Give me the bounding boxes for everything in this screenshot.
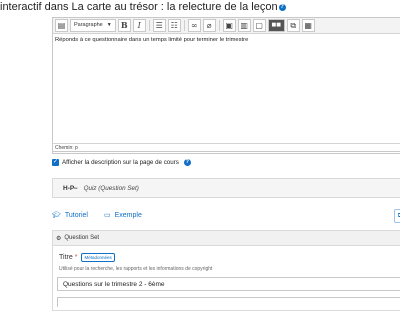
format-select[interactable]: Paragraphe ▼ <box>70 19 116 32</box>
recordrtc-icon[interactable]: ■■ <box>267 19 285 32</box>
editor-toolbar: ▤ Paragraphe ▼ B I ☰ ☷ ∞ ⌀ ▣ ▥ ▢ ■■ ⧉ ▦ <box>53 18 400 34</box>
link-icon[interactable]: ∞ <box>187 19 201 32</box>
monitor-icon: ▭ <box>103 212 111 219</box>
numbered-list-icon[interactable]: ☷ <box>167 19 181 32</box>
image-icon[interactable]: ▣ <box>222 19 236 32</box>
question-circle-icon[interactable]: ? <box>278 3 286 11</box>
h5p-logo: H-Pᵗᵉʳ <box>63 185 78 192</box>
h5p-logo-suffix: ᵗᵉʳ <box>74 185 78 191</box>
toolbar-divider <box>148 20 150 31</box>
show-description-checkbox[interactable]: ✓ <box>52 159 59 166</box>
bullet-list-icon[interactable]: ☰ <box>152 19 166 32</box>
example-label: Exemple <box>114 211 142 219</box>
required-asterisk: * <box>74 254 78 261</box>
settings-icon: ⚙ <box>56 235 62 242</box>
media-icon[interactable]: ▥ <box>237 19 251 32</box>
metadata-button[interactable]: Métadonnées <box>81 253 115 262</box>
title-field-label: Titre * Métadonnées <box>59 253 115 262</box>
title-input[interactable]: Questions sur le trimestre 2 - 6ème <box>57 277 400 291</box>
h5p-content-type-name: Quiz (Question Set) <box>83 184 139 192</box>
italic-button[interactable]: I <box>132 19 146 32</box>
example-link[interactable]: ▭ Exemple <box>103 211 142 220</box>
chevron-down-icon: ▼ <box>106 22 112 28</box>
h5p-logo-text: H-P <box>63 184 75 192</box>
copy-button[interactable]: ⧉ C <box>393 209 400 223</box>
paste-icon[interactable]: ▦ <box>301 19 315 32</box>
toolbar-divider <box>183 20 185 31</box>
unlink-icon[interactable]: ⌀ <box>202 19 216 32</box>
format-select-value: Paragraphe <box>74 22 103 28</box>
question-set-title: Question Set <box>64 235 100 241</box>
toolbar-divider <box>218 20 220 31</box>
show-description-row: ✓ Afficher la description sur la page de… <box>52 159 191 166</box>
title-field-description: Utilisé pour la recherche, les rapports … <box>59 266 213 272</box>
rich-text-editor[interactable]: ▤ Paragraphe ▼ B I ☰ ☷ ∞ ⌀ ▣ ▥ ▢ ■■ ⧉ ▦ R… <box>52 17 400 154</box>
page-title-text: interactif dans La carte au trésor : la … <box>0 1 278 13</box>
editor-path: Chemin: p <box>52 143 400 152</box>
tutorial-label: Tutoriel <box>64 211 88 219</box>
toolbar-toggle-icon[interactable]: ▤ <box>55 19 68 32</box>
show-description-label: Afficher la description sur la page de c… <box>62 159 179 166</box>
question-set-panel: ⚙ Question Set Titre * Métadonnées Utili… <box>52 230 400 311</box>
title-label-text: Titre <box>59 254 73 261</box>
bold-button[interactable]: B <box>117 19 131 32</box>
editor-content[interactable]: Réponds à ce questionnaire dans un temps… <box>53 34 400 46</box>
question-set-header[interactable]: ⚙ Question Set <box>53 231 400 246</box>
graduation-cap-icon: 🎓︎ <box>52 212 61 219</box>
question-circle-icon[interactable]: ? <box>183 159 191 166</box>
tutorial-link[interactable]: 🎓︎ Tutoriel <box>52 211 88 220</box>
next-field-input[interactable] <box>57 297 400 307</box>
h5p-content-type-bar[interactable]: H-Pᵗᵉʳ Quiz (Question Set) <box>52 178 400 198</box>
help-links: 🎓︎Tutoriel ▭Exemple ⧉ C <box>52 209 400 223</box>
copy-icon[interactable]: ⧉ <box>286 19 300 32</box>
file-icon[interactable]: ▢ <box>252 19 266 32</box>
page-title: interactif dans La carte au trésor : la … <box>0 0 286 14</box>
